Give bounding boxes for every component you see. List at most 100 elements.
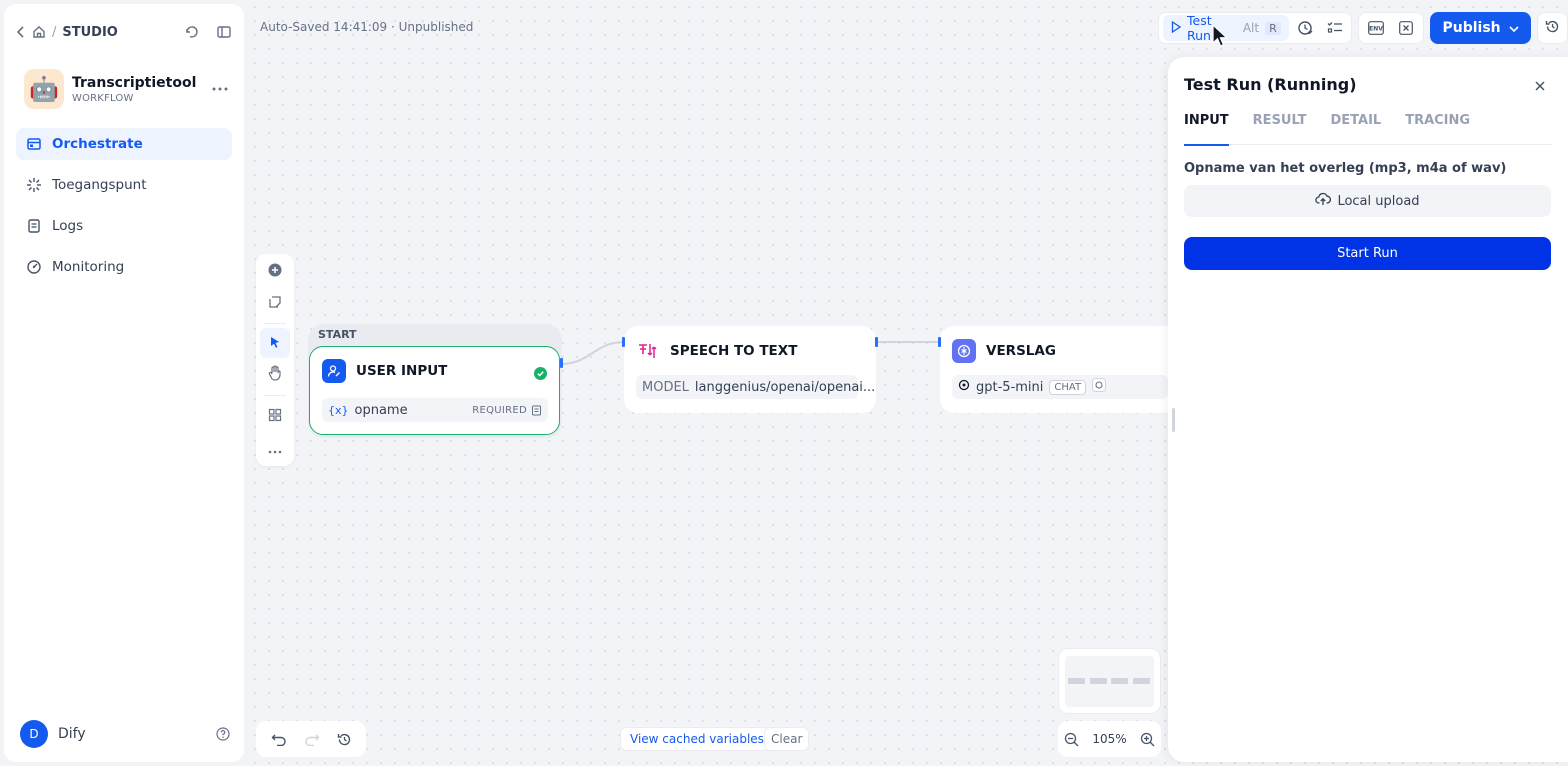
model-name: gpt-5-mini xyxy=(976,379,1044,395)
model-settings-icon[interactable] xyxy=(1092,378,1107,396)
zoom-in-icon[interactable] xyxy=(1140,732,1155,747)
help-icon[interactable] xyxy=(216,727,230,741)
node-title: VERSLAG xyxy=(986,343,1056,359)
app-name: Transcriptietool xyxy=(72,74,197,91)
shortcut-alt: Alt xyxy=(1242,21,1260,35)
chevron-down-icon xyxy=(1509,20,1519,36)
publish-button[interactable]: Publish xyxy=(1430,12,1531,44)
layout-icon xyxy=(26,136,42,152)
env-tools-group: ENV xyxy=(1358,12,1425,44)
zoom-level[interactable]: 105% xyxy=(1092,732,1126,746)
start-label: START xyxy=(318,328,357,341)
document-icon xyxy=(532,405,541,415)
view-cached-variables-button[interactable]: View cached variables xyxy=(620,727,774,751)
more-options-icon[interactable] xyxy=(212,87,228,91)
app-kind: WORKFLOW xyxy=(72,92,134,104)
home-icon[interactable] xyxy=(32,25,46,39)
breadcrumb-studio[interactable]: STUDIO xyxy=(62,25,117,40)
history-icon xyxy=(1545,19,1560,38)
tab-detail[interactable]: DETAIL xyxy=(1330,113,1381,145)
user-name[interactable]: Dify xyxy=(58,726,86,742)
toolbar-divider xyxy=(264,323,286,324)
sidebar-item-logs[interactable]: Logs xyxy=(16,210,232,242)
undo-icon[interactable] xyxy=(271,732,287,746)
sidebar-item-monitoring[interactable]: Monitoring xyxy=(16,251,232,283)
close-icon[interactable] xyxy=(1534,77,1546,96)
user-footer: D Dify xyxy=(20,720,230,748)
breadcrumb-separator: / xyxy=(52,24,57,40)
variable-icon: {x} xyxy=(328,403,349,417)
model-row[interactable]: MODEL langgenius/openai/openai... xyxy=(636,375,875,399)
zoom-controls: 105% xyxy=(1058,721,1161,757)
conversation-variables-icon[interactable] xyxy=(1393,15,1419,41)
run-tools-group: Test Run Alt R xyxy=(1158,12,1353,44)
note-icon xyxy=(268,294,282,313)
sidebar-item-orchestrate[interactable]: Orchestrate xyxy=(16,128,232,160)
toolbar-divider xyxy=(264,395,286,396)
play-icon xyxy=(1171,20,1182,36)
node-speech-to-text[interactable]: SPEECH TO TEXT MODEL langgenius/openai/o… xyxy=(624,326,876,413)
minimap-node xyxy=(1111,678,1128,684)
minimap-node xyxy=(1133,678,1150,684)
clear-button[interactable]: Clear xyxy=(764,727,810,751)
plus-circle-icon xyxy=(268,262,282,281)
organize-button[interactable] xyxy=(260,401,290,431)
speech-target-handle[interactable] xyxy=(622,337,625,347)
sidebar-nav: Orchestrate Toegangspunt Logs Monitoring xyxy=(16,128,232,292)
refresh-chat-icon[interactable] xyxy=(184,24,200,40)
add-node-button[interactable] xyxy=(260,256,290,286)
svg-text:ENV: ENV xyxy=(1370,26,1384,33)
redo-icon[interactable] xyxy=(304,732,320,746)
panel-tabs: INPUT RESULT DETAIL TRACING xyxy=(1184,113,1552,146)
node-title: USER INPUT xyxy=(356,363,448,379)
checklist-icon[interactable] xyxy=(1322,15,1347,41)
env-variables-icon[interactable]: ENV xyxy=(1363,15,1389,41)
openai-icon xyxy=(958,379,970,395)
autosave-status: Auto-Saved 14:41:09 · Unpublished xyxy=(260,20,474,34)
node-verslag[interactable]: VERSLAG gpt-5-mini CHAT xyxy=(940,326,1180,413)
grid-icon xyxy=(268,407,282,426)
node-user-input[interactable]: USER INPUT {x} opname REQUIRED xyxy=(309,346,560,435)
sidebar-item-label: Toegangspunt xyxy=(52,177,147,193)
tab-input[interactable]: INPUT xyxy=(1184,113,1229,146)
node-title: SPEECH TO TEXT xyxy=(670,343,798,359)
hand-mode-button[interactable] xyxy=(260,360,290,390)
sidebar-item-label: Monitoring xyxy=(52,259,125,275)
logs-icon xyxy=(26,218,42,234)
cloud-upload-icon xyxy=(1315,192,1332,210)
user-input-source-handle[interactable] xyxy=(560,358,563,368)
app-avatar: 🤖 xyxy=(24,69,64,109)
pointer-mode-button[interactable] xyxy=(260,328,290,358)
llm-icon xyxy=(952,339,976,363)
model-name: langgenius/openai/openai... xyxy=(694,379,876,395)
sidebar-toggle-icon[interactable] xyxy=(216,24,232,40)
hand-icon xyxy=(268,365,282,385)
model-row[interactable]: gpt-5-mini CHAT xyxy=(952,375,1168,399)
model-label: MODEL xyxy=(642,379,689,395)
more-icon xyxy=(268,439,282,458)
minimap[interactable] xyxy=(1058,648,1161,714)
panel-resize-handle[interactable] xyxy=(1172,408,1175,432)
checklist-history-icon[interactable] xyxy=(1293,15,1318,41)
run-history-button[interactable] xyxy=(1536,12,1568,44)
sidebar-item-toegangspunt[interactable]: Toegangspunt xyxy=(16,169,232,201)
input-variable-row[interactable]: {x} opname REQUIRED xyxy=(322,398,548,422)
local-upload-button[interactable]: Local upload xyxy=(1184,185,1551,217)
shortcut-r: R xyxy=(1265,21,1281,35)
start-run-button[interactable]: Start Run xyxy=(1184,237,1551,270)
chevron-left-icon[interactable] xyxy=(16,26,26,38)
add-note-button[interactable] xyxy=(260,288,290,318)
speech-to-text-icon xyxy=(636,339,660,363)
avatar[interactable]: D xyxy=(20,720,48,748)
sidebar-top: / STUDIO xyxy=(16,20,232,44)
zoom-out-icon[interactable] xyxy=(1064,732,1079,747)
tab-result[interactable]: RESULT xyxy=(1253,113,1307,145)
sidebar: / STUDIO 🤖 Transcriptietool WORKFLOW Orc… xyxy=(4,4,244,762)
version-history-icon[interactable] xyxy=(337,732,352,747)
success-check-icon xyxy=(534,365,547,384)
chat-badge: CHAT xyxy=(1049,379,1087,395)
more-tools-button[interactable] xyxy=(260,433,290,463)
tab-tracing[interactable]: TRACING xyxy=(1405,113,1470,145)
verslag-target-handle[interactable] xyxy=(938,337,941,347)
speech-source-handle[interactable] xyxy=(875,337,878,347)
